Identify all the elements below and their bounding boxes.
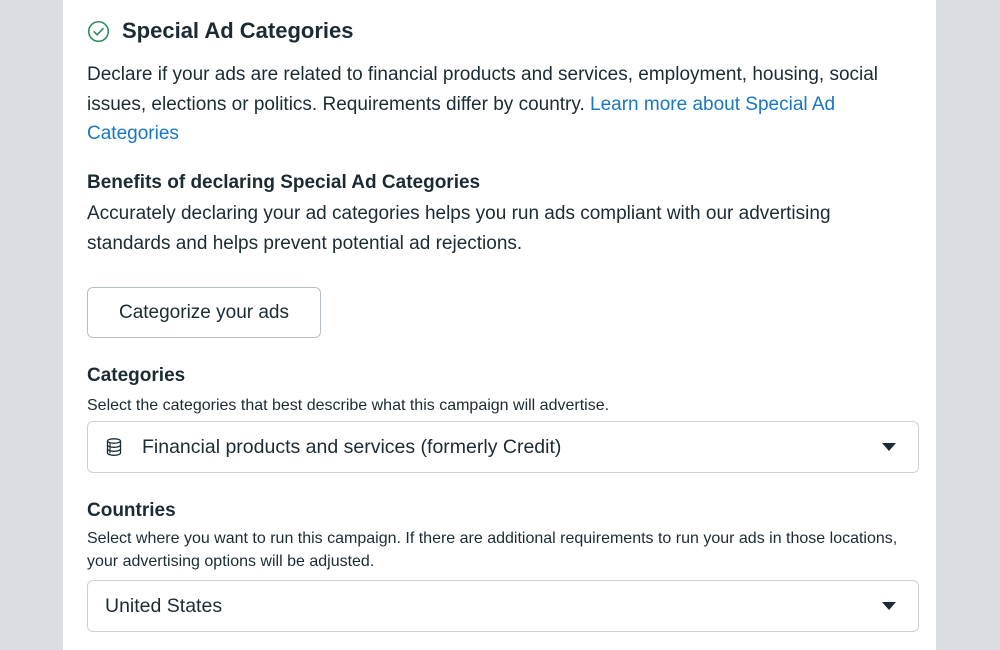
section-header: Special Ad Categories [87, 18, 353, 44]
section-title: Special Ad Categories [122, 18, 354, 43]
countries-selected-value: United States [105, 594, 223, 617]
coin-stack-icon [106, 438, 122, 456]
special-ad-categories-panel: Special Ad Categories Declare if your ad… [63, 0, 936, 650]
categories-select[interactable]: Financial products and services (formerl… [87, 421, 919, 473]
countries-description: Select where you want to run this campai… [87, 530, 898, 570]
categories-description: Select the categories that best describe… [87, 397, 610, 414]
benefits-heading: Benefits of declaring Special Ad Categor… [87, 172, 481, 193]
chevron-down-icon [882, 602, 896, 610]
categorize-ads-button[interactable]: Categorize your ads [87, 287, 321, 338]
countries-heading: Countries [87, 500, 176, 521]
chevron-down-icon [882, 443, 896, 451]
categories-heading: Categories [87, 365, 186, 386]
benefits-text: Accurately declaring your ad categories … [87, 203, 831, 254]
check-circle-icon [87, 20, 110, 42]
intro-paragraph: Declare if your ads are related to finan… [87, 60, 927, 149]
countries-select[interactable]: United States [87, 580, 919, 632]
categories-selected-value: Financial products and services (formerl… [142, 435, 562, 458]
